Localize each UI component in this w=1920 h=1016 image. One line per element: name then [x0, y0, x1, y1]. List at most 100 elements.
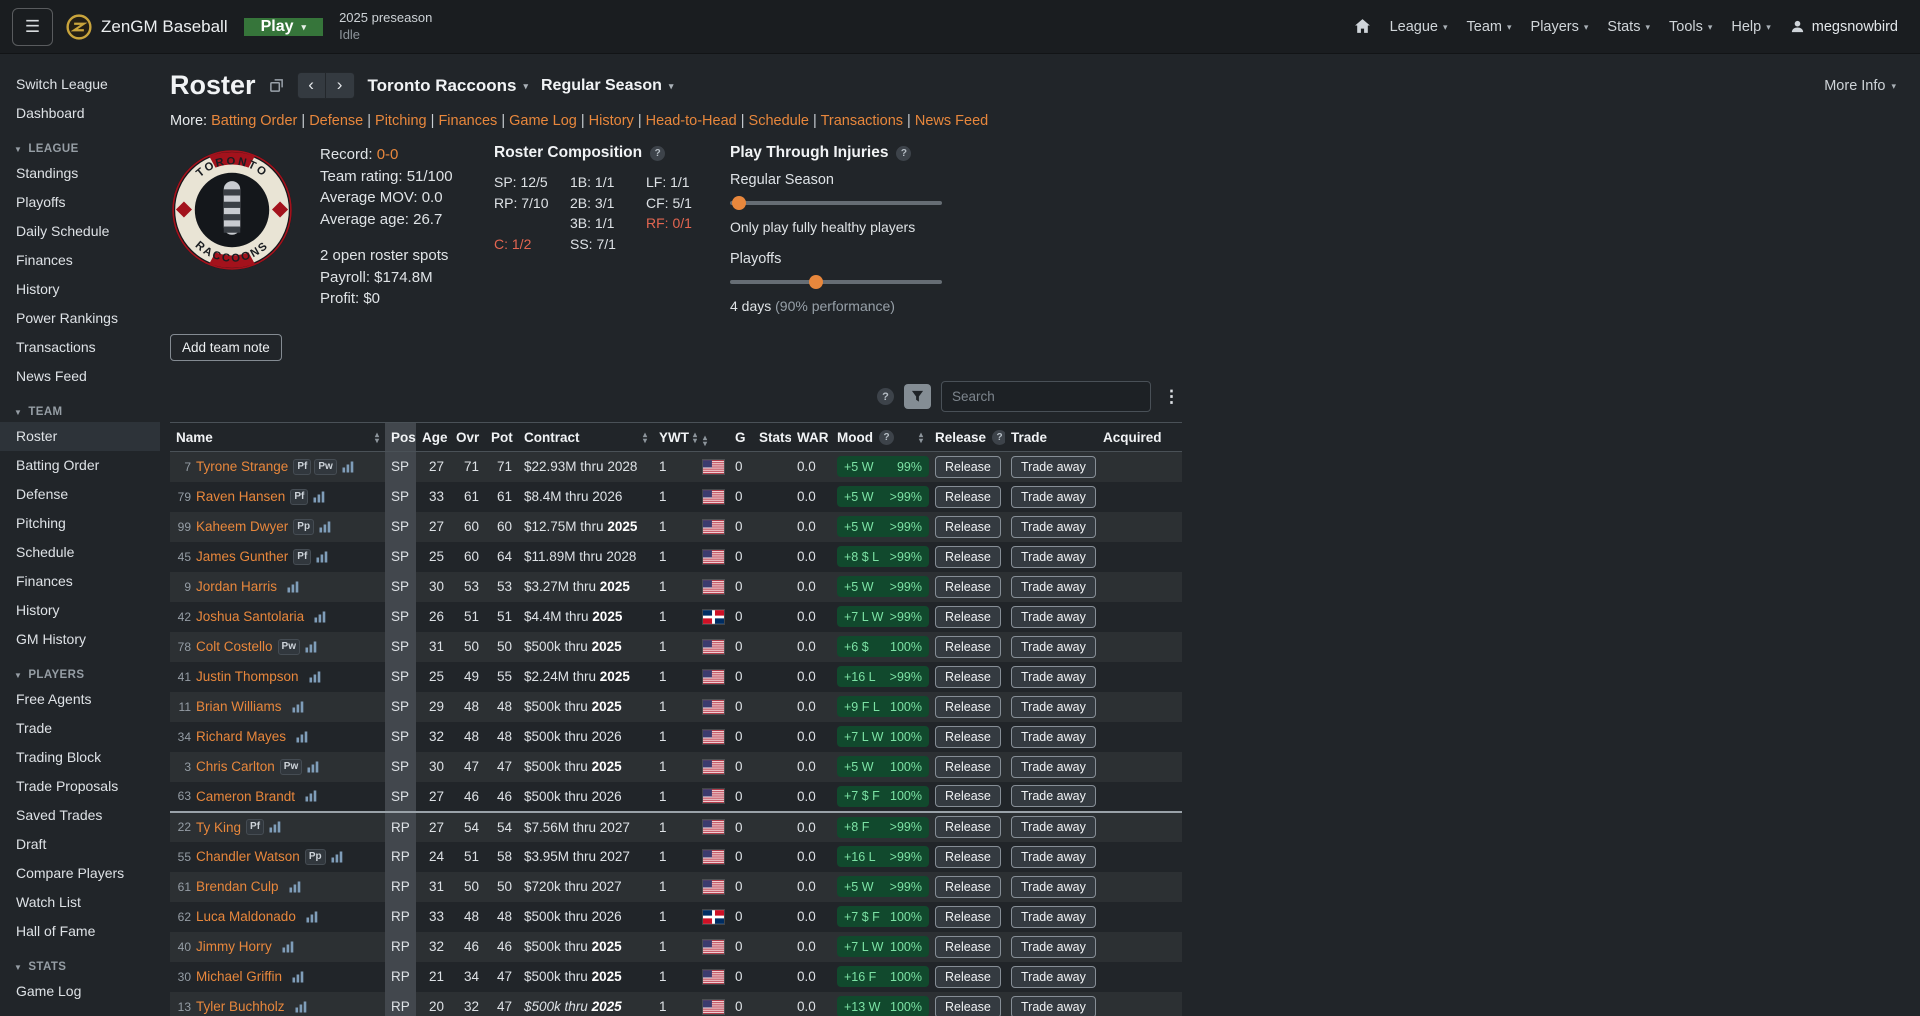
sidebar-item-dashboard[interactable]: Dashboard [0, 99, 160, 128]
release-button[interactable]: Release [935, 636, 1001, 658]
more-link-batting-order[interactable]: Batting Order [211, 113, 297, 129]
sidebar-item-team-gm-history[interactable]: GM History [0, 625, 160, 654]
mood-badge[interactable]: +9 F L100% [837, 696, 929, 717]
player-chart-icon[interactable] [295, 1001, 307, 1013]
release-button[interactable]: Release [935, 606, 1001, 628]
player-name-link[interactable]: Kaheem Dwyer [196, 519, 288, 534]
player-chart-icon[interactable] [306, 911, 318, 923]
add-team-note-button[interactable]: Add team note [170, 334, 282, 361]
sidebar-item-players-draft[interactable]: Draft [0, 830, 160, 859]
col-header-contract[interactable]: Contract▴▾ [518, 423, 653, 452]
release-button[interactable]: Release [935, 816, 1001, 838]
trade-away-button[interactable]: Trade away [1011, 486, 1096, 508]
mood-badge[interactable]: +5 W99% [837, 456, 929, 477]
brand[interactable]: ZenGM Baseball [66, 14, 228, 40]
mood-badge[interactable]: +7 L W>99% [837, 606, 929, 627]
mood-badge[interactable]: +16 L>99% [837, 846, 929, 867]
mood-badge[interactable]: +8 F>99% [837, 817, 929, 838]
sidebar-section-league[interactable]: ▼LEAGUE [0, 128, 160, 159]
player-chart-icon[interactable] [287, 581, 299, 593]
team-dropdown[interactable]: Toronto Raccoons▾ [368, 76, 528, 96]
player-name-link[interactable]: Cameron Brandt [196, 789, 295, 804]
more-link-schedule[interactable]: Schedule [749, 113, 809, 129]
sidebar-item-players-compare-players[interactable]: Compare Players [0, 859, 160, 888]
sidebar-item-players-watch-list[interactable]: Watch List [0, 888, 160, 917]
help-icon[interactable]: ? [896, 146, 911, 161]
trade-away-button[interactable]: Trade away [1011, 636, 1096, 658]
sidebar-item-league-finances[interactable]: Finances [0, 246, 160, 275]
mood-badge[interactable]: +5 W>99% [837, 576, 929, 597]
sidebar-item-players-saved-trades[interactable]: Saved Trades [0, 801, 160, 830]
mood-badge[interactable]: +13 W100% [837, 996, 929, 1016]
col-header-release[interactable]: Release? [929, 423, 1005, 452]
kebab-menu-icon[interactable]: ⋮ [1161, 387, 1182, 407]
navbar-menu-team[interactable]: Team▾ [1467, 19, 1512, 35]
player-chart-icon[interactable] [282, 941, 294, 953]
player-chart-icon[interactable] [307, 761, 319, 773]
col-header-mood[interactable]: Mood?▴▾ [831, 423, 929, 452]
more-link-transactions[interactable]: Transactions [821, 113, 903, 129]
release-button[interactable]: Release [935, 576, 1001, 598]
player-name-link[interactable]: Chandler Watson [196, 849, 300, 864]
mood-badge[interactable]: +5 W>99% [837, 486, 929, 507]
release-button[interactable]: Release [935, 846, 1001, 868]
play-button[interactable]: Play▾ [244, 18, 323, 36]
col-header-ywt[interactable]: YWT▴▾ [653, 423, 697, 452]
sidebar-item-team-finances[interactable]: Finances [0, 567, 160, 596]
trade-away-button[interactable]: Trade away [1011, 696, 1096, 718]
player-name-link[interactable]: Jimmy Horry [196, 939, 272, 954]
player-name-link[interactable]: Justin Thompson [196, 669, 299, 684]
sidebar-item-league-standings[interactable]: Standings [0, 159, 160, 188]
sidebar-item-team-schedule[interactable]: Schedule [0, 538, 160, 567]
more-info-dropdown[interactable]: More Info▾ [1824, 78, 1896, 94]
col-header-pot[interactable]: Pot [485, 423, 518, 452]
release-button[interactable]: Release [935, 456, 1001, 478]
sidebar-item-stats-game-log[interactable]: Game Log [0, 977, 160, 1006]
player-name-link[interactable]: Raven Hansen [196, 489, 285, 504]
player-chart-icon[interactable] [296, 731, 308, 743]
release-button[interactable]: Release [935, 996, 1001, 1016]
release-button[interactable]: Release [935, 516, 1001, 538]
player-name-link[interactable]: Richard Mayes [196, 729, 286, 744]
col-header-war[interactable]: WAR [791, 423, 831, 452]
trade-away-button[interactable]: Trade away [1011, 846, 1096, 868]
season-dropdown[interactable]: Regular Season▾ [541, 77, 673, 95]
trade-away-button[interactable]: Trade away [1011, 785, 1096, 807]
navbar-menu-tools[interactable]: Tools▾ [1669, 19, 1712, 35]
player-name-link[interactable]: Brendan Culp [196, 879, 279, 894]
more-link-pitching[interactable]: Pitching [375, 113, 427, 129]
release-button[interactable]: Release [935, 546, 1001, 568]
trade-away-button[interactable]: Trade away [1011, 576, 1096, 598]
col-header-country[interactable]: ▴▾ [697, 423, 729, 452]
mood-badge[interactable]: +16 F100% [837, 966, 929, 987]
navbar-menu-league[interactable]: League▾ [1390, 19, 1448, 35]
mood-badge[interactable]: +7 $ F100% [837, 906, 929, 927]
release-button[interactable]: Release [935, 876, 1001, 898]
trade-away-button[interactable]: Trade away [1011, 756, 1096, 778]
col-header-pos[interactable]: Pos [385, 423, 416, 452]
sidebar-item-players-hall-of-fame[interactable]: Hall of Fame [0, 917, 160, 946]
release-button[interactable]: Release [935, 936, 1001, 958]
navbar-menu-stats[interactable]: Stats▾ [1607, 19, 1650, 35]
hamburger-menu-button[interactable]: ☰ [12, 8, 53, 46]
player-chart-icon[interactable] [305, 641, 317, 653]
home-button[interactable] [1354, 18, 1371, 35]
trade-away-button[interactable]: Trade away [1011, 876, 1096, 898]
release-button[interactable]: Release [935, 966, 1001, 988]
release-button[interactable]: Release [935, 696, 1001, 718]
regular-season-slider[interactable] [730, 196, 942, 210]
help-icon[interactable]: ? [879, 430, 894, 445]
trade-away-button[interactable]: Trade away [1011, 546, 1096, 568]
mood-badge[interactable]: +5 W>99% [837, 876, 929, 897]
more-link-head-to-head[interactable]: Head-to-Head [646, 113, 737, 129]
sidebar-item-league-power-rankings[interactable]: Power Rankings [0, 304, 160, 333]
mood-badge[interactable]: +5 W100% [837, 756, 929, 777]
trade-away-button[interactable]: Trade away [1011, 936, 1096, 958]
sidebar-item-players-trade[interactable]: Trade [0, 714, 160, 743]
player-chart-icon[interactable] [342, 461, 354, 473]
sidebar-item-team-pitching[interactable]: Pitching [0, 509, 160, 538]
player-name-link[interactable]: Brian Williams [196, 699, 282, 714]
sidebar-item-team-roster[interactable]: Roster [0, 422, 160, 451]
mood-badge[interactable]: +7 L W100% [837, 726, 929, 747]
mood-badge[interactable]: +5 W>99% [837, 516, 929, 537]
